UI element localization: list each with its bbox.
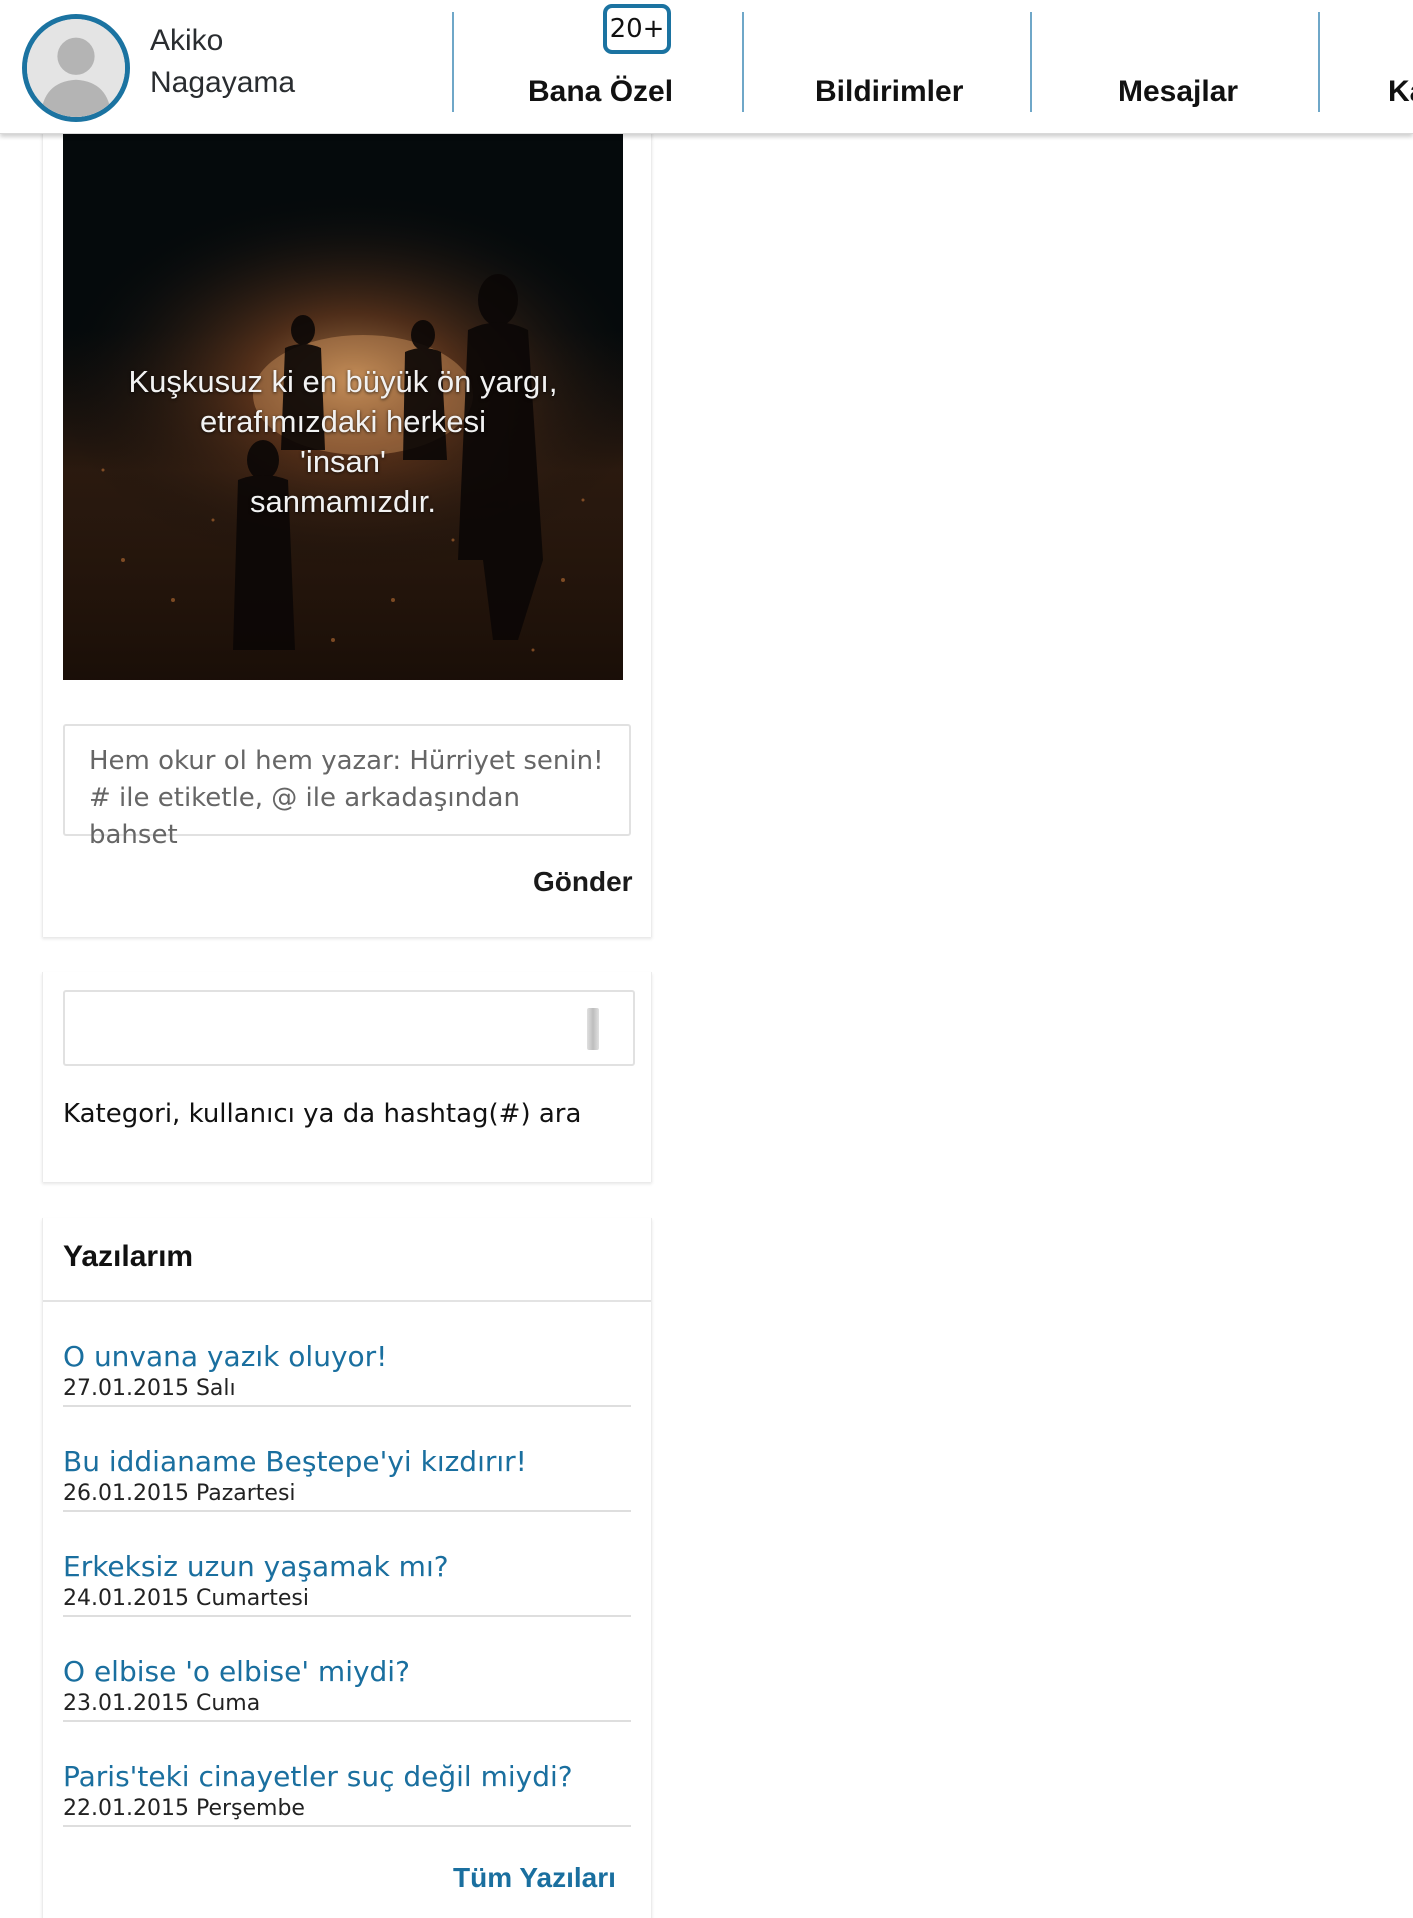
compose-input[interactable]: Hem okur ol hem yazar: Hürriyet senin! #…: [63, 724, 631, 850]
nav-separator: [1030, 12, 1032, 112]
post-date: 27.01.2015 Salı: [63, 1376, 236, 1401]
photo-quote-text: Kuşkusuz ki en büyük ön yargı, etrafımız…: [128, 364, 558, 519]
badge-backdrop: [570, 22, 606, 64]
post-link[interactable]: Paris'teki cinayetler suç değil miydi?: [63, 1760, 631, 1794]
tab-ka[interactable]: Ka: [1388, 72, 1413, 112]
tab-bildirimler[interactable]: Bildirimler: [815, 72, 963, 112]
username[interactable]: Akiko Nagayama: [150, 20, 350, 104]
default-user-silhouette-icon: [27, 19, 125, 117]
post-link[interactable]: O unvana yazık oluyor!: [63, 1340, 631, 1374]
my-posts-title: Yazılarım: [63, 1240, 194, 1273]
top-header: Akiko Nagayama Bana Özel Bildirimler Mes…: [0, 0, 1413, 134]
avatar[interactable]: [22, 14, 130, 122]
post-link[interactable]: Erkeksiz uzun yaşamak mı?: [63, 1550, 631, 1584]
list-item: O elbise 'o elbise' miydi? 23.01.2015 Cu…: [63, 1617, 631, 1722]
nav-separator: [452, 12, 454, 112]
nav-separator: [742, 12, 744, 112]
send-button[interactable]: Gönder: [533, 866, 633, 898]
tab-mesajlar[interactable]: Mesajlar: [1118, 72, 1238, 112]
search-icon[interactable]: [587, 1008, 599, 1050]
post-list: O unvana yazık oluyor! 27.01.2015 Salı B…: [63, 1302, 631, 1827]
list-item: Paris'teki cinayetler suç değil miydi? 2…: [63, 1722, 631, 1827]
post-link[interactable]: O elbise 'o elbise' miydi?: [63, 1655, 631, 1689]
post-link[interactable]: Bu iddianame Beştepe'yi kızdırır!: [63, 1445, 631, 1479]
minus-icon[interactable]: [388, 62, 405, 70]
my-posts-card: Yazılarım O unvana yazık oluyor! 27.01.2…: [42, 1218, 652, 1918]
all-posts-link[interactable]: Tüm Yazıları: [453, 1862, 616, 1894]
post-date: 24.01.2015 Cumartesi: [63, 1586, 309, 1611]
post-date: 23.01.2015 Cuma: [63, 1691, 261, 1716]
list-item: Erkeksiz uzun yaşamak mı? 24.01.2015 Cum…: [63, 1512, 631, 1617]
list-item: O unvana yazık oluyor! 27.01.2015 Salı: [63, 1302, 631, 1407]
search-input[interactable]: [63, 990, 635, 1066]
search-label: Kategori, kullanıcı ya da hashtag(#) ara: [63, 1099, 582, 1129]
notification-badge[interactable]: 20+: [603, 4, 671, 54]
list-item: Bu iddianame Beştepe'yi kızdırır! 26.01.…: [63, 1407, 631, 1512]
post-date: 26.01.2015 Pazartesi: [63, 1481, 296, 1506]
post-date: 22.01.2015 Perşembe: [63, 1796, 305, 1821]
search-card: Kategori, kullanıcı ya da hashtag(#) ara: [42, 972, 652, 1182]
nav-separator: [1318, 12, 1320, 112]
tab-bana-ozel[interactable]: Bana Özel: [528, 72, 673, 112]
